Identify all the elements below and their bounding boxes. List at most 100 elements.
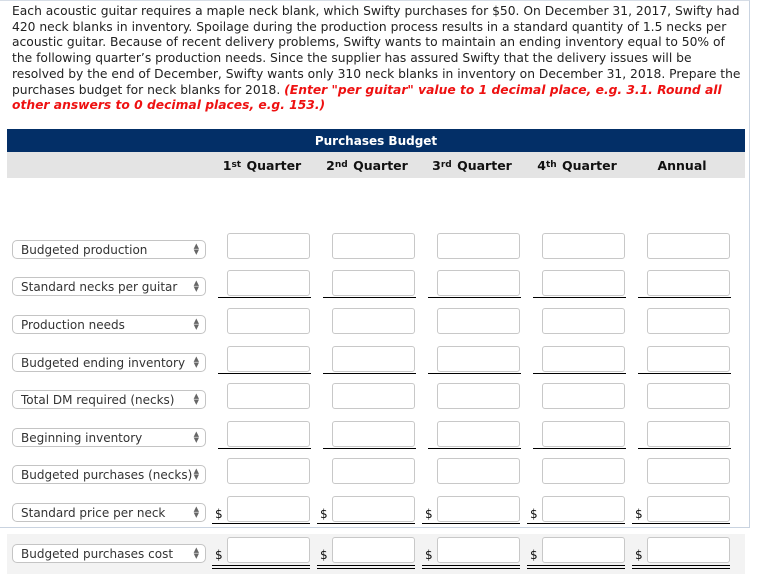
amount-input[interactable]	[542, 346, 625, 372]
cell-q3: $	[422, 493, 524, 531]
subtotal-underline	[323, 373, 416, 374]
amount-input[interactable]	[647, 537, 730, 563]
amount-input[interactable]	[542, 496, 625, 522]
amount-input[interactable]	[647, 421, 730, 447]
amount-input[interactable]	[227, 458, 310, 484]
row-label-select[interactable]: Budgeted ending inventory ▲ ▼	[12, 353, 206, 372]
row-label-select[interactable]: Budgeted purchases (necks) ▲ ▼	[12, 465, 206, 484]
amount-input[interactable]	[542, 383, 625, 409]
subtotal-underline	[428, 297, 521, 298]
row-label-select[interactable]: Beginning inventory ▲ ▼	[12, 428, 206, 447]
amount-input[interactable]	[227, 308, 310, 334]
amount-input[interactable]	[437, 458, 520, 484]
select-arrows-icon: ▲ ▼	[193, 505, 199, 519]
amount-input[interactable]	[332, 421, 415, 447]
cell-q2: $	[317, 493, 419, 531]
select-arrows-icon: ▲ ▼	[193, 430, 199, 444]
cell-annual	[638, 455, 734, 493]
cell-annual	[638, 343, 734, 381]
amount-input[interactable]	[332, 537, 415, 563]
table-header-row: 1st Quarter 2nd Quarter 3rd Quarter 4th Qua…	[7, 152, 745, 178]
cell-annual	[638, 230, 734, 268]
total-double-underline	[632, 565, 730, 569]
amount-input[interactable]	[542, 537, 625, 563]
amount-input[interactable]	[227, 383, 310, 409]
subtotal-underline	[218, 373, 311, 374]
subtotal-underline	[533, 448, 626, 449]
subtotal-underline	[323, 297, 416, 298]
amount-input[interactable]	[647, 383, 730, 409]
amount-input[interactable]	[437, 270, 520, 296]
dollar-sign: $	[530, 507, 538, 521]
amount-input[interactable]	[437, 496, 520, 522]
amount-input[interactable]	[227, 270, 310, 296]
amount-input[interactable]	[542, 270, 625, 296]
amount-input[interactable]	[647, 458, 730, 484]
row-label-select[interactable]: Production needs ▲ ▼	[12, 315, 206, 334]
table-row: Budgeted purchases cost ▲ ▼ $ $ $ $ $	[7, 534, 745, 574]
cell-q2	[323, 418, 419, 456]
row-label-select[interactable]: Total DM required (necks) ▲ ▼	[12, 390, 206, 409]
cell-q2	[323, 267, 419, 305]
amount-input[interactable]	[542, 233, 625, 259]
cell-q2	[323, 380, 419, 418]
amount-input[interactable]	[647, 346, 730, 372]
amount-input[interactable]	[332, 496, 415, 522]
amount-input[interactable]	[437, 537, 520, 563]
amount-input[interactable]	[227, 537, 310, 563]
select-value: Production needs	[21, 317, 125, 332]
subtotal-underline	[533, 297, 626, 298]
amount-input[interactable]	[332, 458, 415, 484]
table-row: Standard price per neck ▲ ▼ $ $ $ $ $	[7, 493, 745, 531]
amount-input[interactable]	[542, 308, 625, 334]
amount-input[interactable]	[332, 383, 415, 409]
cell-q3	[428, 267, 524, 305]
cell-q4	[533, 418, 629, 456]
dollar-sign: $	[320, 507, 328, 521]
column-ordinal-suffix: rd	[440, 160, 452, 170]
amount-input[interactable]	[332, 233, 415, 259]
cell-q4: $	[527, 534, 629, 574]
table-title: Purchases Budget	[7, 129, 745, 152]
dollar-sign: $	[215, 507, 223, 521]
cell-q1: $	[212, 534, 314, 574]
cell-annual: $	[632, 493, 734, 531]
amount-input[interactable]	[332, 270, 415, 296]
amount-input[interactable]	[437, 421, 520, 447]
amount-input[interactable]	[647, 270, 730, 296]
amount-input[interactable]	[647, 496, 730, 522]
dollar-sign: $	[635, 507, 643, 521]
column-header-q4: 4th Quarter	[527, 152, 627, 178]
row-label-select[interactable]: Budgeted purchases cost ▲ ▼	[12, 544, 206, 563]
amount-input[interactable]	[647, 308, 730, 334]
column-header-annual: Annual	[632, 152, 732, 178]
dollar-sign: $	[425, 507, 433, 521]
table-row: Standard necks per guitar ▲ ▼	[7, 267, 745, 305]
amount-input[interactable]	[437, 346, 520, 372]
amount-input[interactable]	[542, 458, 625, 484]
cell-annual	[638, 418, 734, 456]
amount-input[interactable]	[227, 496, 310, 522]
amount-input[interactable]	[437, 383, 520, 409]
amount-input[interactable]	[227, 233, 310, 259]
amount-input[interactable]	[647, 233, 730, 259]
select-arrows-icon: ▲ ▼	[193, 546, 199, 560]
select-arrows-icon: ▲ ▼	[193, 467, 199, 481]
column-number: 1	[222, 157, 232, 173]
cell-q3	[428, 305, 524, 343]
select-arrows-icon: ▲ ▼	[193, 317, 199, 331]
subtotal-underline	[218, 448, 311, 449]
amount-input[interactable]	[437, 233, 520, 259]
amount-input[interactable]	[437, 308, 520, 334]
row-label-select[interactable]: Standard necks per guitar ▲ ▼	[12, 277, 206, 296]
row-label-select[interactable]: Standard price per neck ▲ ▼	[12, 503, 206, 522]
dollar-sign: $	[425, 548, 433, 562]
amount-input[interactable]	[332, 308, 415, 334]
amount-input[interactable]	[227, 346, 310, 372]
amount-input[interactable]	[542, 421, 625, 447]
row-label-select[interactable]: Budgeted production ▲ ▼	[12, 240, 206, 259]
amount-input[interactable]	[227, 421, 310, 447]
amount-input[interactable]	[332, 346, 415, 372]
cell-q1	[218, 230, 314, 268]
table-row: Budgeted purchases (necks) ▲ ▼	[7, 455, 745, 493]
